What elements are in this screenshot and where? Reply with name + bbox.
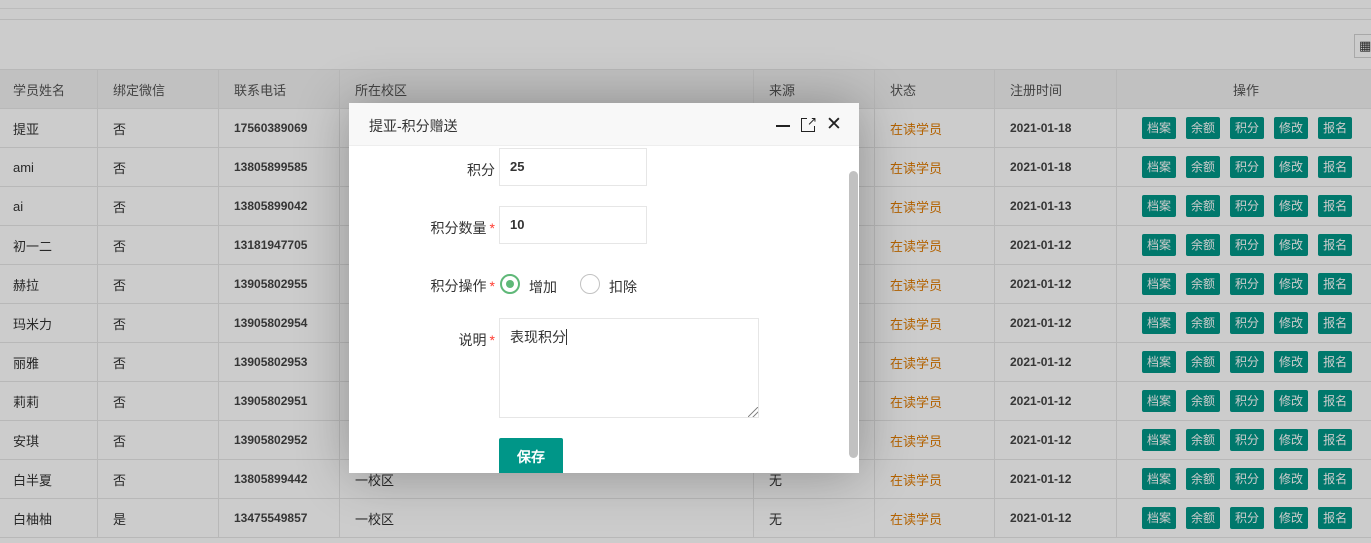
note-label-text: 说明: [458, 332, 487, 348]
dialog-body: 积分 25 积分数量 * 10 积分操作 * 增加 扣除 说明 * 表现积分 保存: [349, 146, 859, 473]
points-label: 积分: [467, 162, 495, 178]
close-icon[interactable]: ✕: [826, 115, 842, 134]
points-amount-label-text: 积分数量: [430, 220, 487, 236]
points-gift-dialog: 提亚-积分赠送 ↗ ✕ 积分 25 积分数量 * 10 积分操作 * 增加 扣除 说…: [349, 103, 859, 473]
note-label: 说明 *: [349, 330, 495, 350]
dialog-scrollbar-thumb[interactable]: [849, 171, 858, 458]
required-mark: *: [489, 220, 495, 236]
save-button[interactable]: 保存: [499, 438, 563, 473]
points-input[interactable]: 25: [499, 148, 647, 186]
required-mark: *: [489, 278, 495, 294]
points-operation-label: 积分操作 *: [349, 276, 495, 296]
text-caret: [566, 329, 567, 345]
dialog-header: 提亚-积分赠送 ↗ ✕: [349, 103, 859, 146]
radio-deduct[interactable]: [580, 274, 600, 294]
radio-add[interactable]: [500, 274, 520, 294]
minimize-icon[interactable]: [775, 117, 791, 133]
radio-add-label[interactable]: 增加: [529, 277, 557, 297]
radio-deduct-label[interactable]: 扣除: [609, 277, 637, 297]
resize-grip-icon[interactable]: [748, 407, 758, 417]
note-text: 表现积分: [510, 329, 566, 345]
maximize-arrow-icon: ↗: [807, 114, 818, 128]
maximize-icon[interactable]: ↗: [800, 114, 818, 133]
note-textarea[interactable]: 表现积分: [499, 318, 759, 418]
dialog-title: 提亚-积分赠送: [369, 118, 458, 134]
points-operation-label-text: 积分操作: [430, 278, 487, 294]
points-amount-label: 积分数量 *: [349, 218, 495, 238]
points-amount-input[interactable]: 10: [499, 206, 647, 244]
required-mark: *: [489, 332, 495, 348]
